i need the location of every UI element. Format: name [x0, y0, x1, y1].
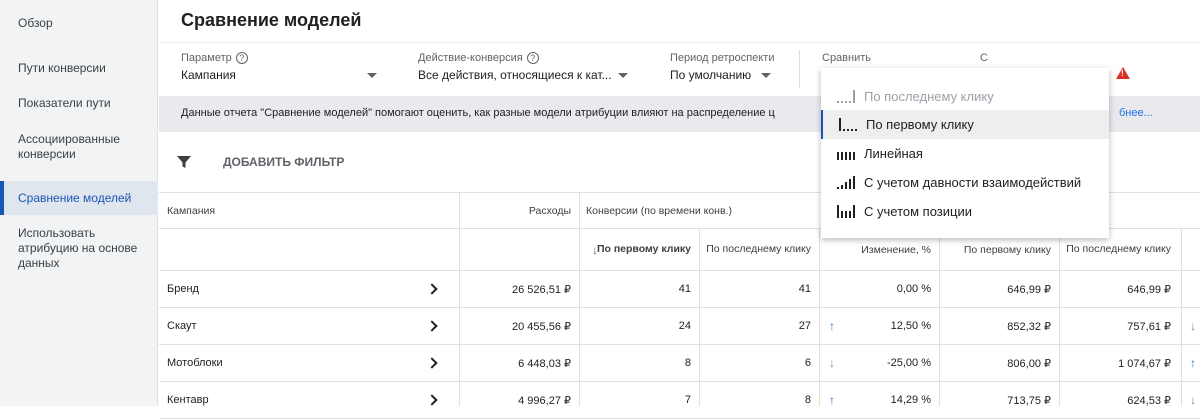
- sidebar-item-overview[interactable]: Обзор: [0, 16, 158, 31]
- cost-last-value: 1 074,67 ₽: [1118, 357, 1171, 370]
- cost-last-value: 646,99 ₽: [1127, 283, 1171, 296]
- first-click-value: 8: [684, 357, 691, 369]
- last-click-column-header[interactable]: По последнему клику: [699, 229, 819, 270]
- chevron-down-icon: [367, 73, 377, 78]
- attribution-model-dropdown: По последнему клику По первому клику Лин…: [821, 68, 1109, 238]
- spend-value: 4 996,27 ₽: [518, 394, 571, 407]
- chevron-right-icon[interactable]: [426, 283, 438, 295]
- lookback-window-label: Период ретроспекти: [670, 52, 775, 64]
- warning-icon[interactable]: !: [1116, 67, 1130, 79]
- model-option-first-click[interactable]: По первому клику: [821, 110, 1109, 139]
- change-value: 12,50 %: [890, 320, 931, 332]
- cost-last-value: 624,53 ₽: [1127, 394, 1171, 407]
- dimension-label: Параметр: [181, 52, 232, 64]
- with-select[interactable]: С: [980, 52, 988, 64]
- model-option-label: С учетом давности взаимодействий: [864, 175, 1082, 190]
- dimension-value: Кампания: [181, 68, 236, 82]
- table-row[interactable]: Мотоблоки 6 448,03 ₽ 8 6 ↓ -25,00 % 806,…: [159, 345, 1200, 382]
- model-option-label: С учетом позиции: [864, 204, 972, 219]
- info-banner-text: Данные отчета "Сравнение моделей" помога…: [181, 107, 775, 119]
- campaign-column-header[interactable]: Кампания: [167, 193, 215, 228]
- first-click-model-icon: [839, 117, 859, 131]
- sidebar-item-assisted-conversions[interactable]: Ассоциированные конверсии: [0, 132, 158, 162]
- divider: [799, 50, 800, 88]
- add-filter-button[interactable]: ДОБАВИТЬ ФИЛЬТР: [223, 155, 344, 169]
- campaign-name[interactable]: Бренд: [167, 271, 199, 307]
- table-row[interactable]: Скаут 20 455,56 ₽ 24 27 ↑ 12,50 % 852,32…: [159, 308, 1200, 345]
- cost-first-value: 713,75 ₽: [1007, 394, 1051, 407]
- chevron-right-icon[interactable]: [426, 394, 438, 406]
- campaign-name[interactable]: Мотоблоки: [167, 345, 223, 381]
- dimension-select[interactable]: Параметр? Кампания: [181, 52, 381, 82]
- cost-first-value: 852,32 ₽: [1007, 320, 1051, 333]
- model-option-linear[interactable]: Линейная: [821, 139, 1109, 168]
- column-divider: [459, 192, 460, 406]
- last-click-value: 41: [798, 283, 811, 295]
- conversion-action-value: Все действия, относящиеся к кат...: [418, 68, 612, 82]
- column-divider: [1181, 229, 1182, 406]
- trend-down-icon: ↓: [1190, 393, 1196, 407]
- last-click-value: 27: [798, 320, 811, 332]
- campaign-name[interactable]: Кентавр: [167, 382, 209, 418]
- cost-last-value: 757,61 ₽: [1127, 320, 1171, 333]
- time-decay-model-icon: [837, 175, 857, 189]
- trend-down-icon: ↓: [1190, 319, 1196, 333]
- model-option-label: По последнему клику: [864, 89, 994, 104]
- first-click-value: 7: [684, 394, 691, 406]
- model-option-time-decay[interactable]: С учетом давности взаимодействий: [821, 168, 1109, 197]
- campaign-name[interactable]: Скаут: [167, 308, 197, 344]
- sidebar-item-data-driven-attribution[interactable]: Использовать атрибуцию на основе данных: [0, 226, 158, 271]
- model-option-position-based[interactable]: С учетом позиции: [821, 197, 1109, 226]
- spend-value: 20 455,56 ₽: [512, 320, 571, 333]
- with-label: С: [980, 52, 988, 64]
- first-click-value: 41: [678, 283, 691, 295]
- filter-icon[interactable]: [176, 154, 192, 170]
- info-banner-link[interactable]: бнее...: [1119, 107, 1153, 119]
- help-icon[interactable]: ?: [526, 52, 539, 64]
- page-title: Сравнение моделей: [181, 10, 362, 30]
- conversions-group-header: Конверсии (по времени конв.): [586, 204, 732, 217]
- column-divider: [699, 229, 700, 406]
- sidebar: Обзор Пути конверсии Показатели пути Асс…: [0, 0, 158, 406]
- change-value: -25,00 %: [886, 357, 931, 369]
- model-option-label: По первому клику: [866, 117, 974, 132]
- linear-model-icon: [837, 146, 857, 160]
- sidebar-item-model-comparison[interactable]: Сравнение моделей: [0, 181, 158, 215]
- compare-label: Сравнить: [822, 52, 872, 64]
- first-click-value: 24: [678, 320, 691, 332]
- cost-first-value: 646,99 ₽: [1007, 283, 1051, 296]
- table-row[interactable]: Кентавр 4 996,27 ₽ 7 8 ↑ 14,29 % 713,75 …: [159, 382, 1200, 419]
- sidebar-item-path-metrics[interactable]: Показатели пути: [0, 96, 158, 111]
- spend-value: 6 448,03 ₽: [518, 357, 571, 370]
- table-row[interactable]: Бренд 26 526,51 ₽ 41 41 0,00 % 646,99 ₽ …: [159, 271, 1200, 308]
- last-click-model-icon: [837, 89, 857, 103]
- chevron-right-icon[interactable]: [426, 320, 438, 332]
- compare-select[interactable]: Сравнить: [822, 52, 871, 64]
- sidebar-item-conversion-paths[interactable]: Пути конверсии: [0, 61, 158, 76]
- spend-value: 26 526,51 ₽: [512, 283, 571, 296]
- change-value: 0,00 %: [896, 283, 931, 295]
- lookback-window-select[interactable]: Период ретроспекти По умолчанию: [670, 52, 780, 82]
- change-value: 14,29 %: [890, 394, 931, 406]
- column-divider: [1059, 229, 1060, 406]
- spend-column-header[interactable]: Расходы: [459, 193, 579, 228]
- conversion-action-select[interactable]: Действие-конверсия? Все действия, относя…: [418, 52, 630, 82]
- column-divider: [819, 229, 820, 406]
- last-click-value: 6: [804, 357, 811, 369]
- model-option-last-click[interactable]: По последнему клику: [821, 82, 1109, 111]
- conversion-action-label: Действие-конверсия: [418, 52, 523, 64]
- chevron-down-icon: [618, 73, 628, 78]
- model-option-label: Линейная: [864, 146, 923, 161]
- column-divider: [939, 229, 940, 406]
- last-click-value: 8: [804, 394, 811, 406]
- position-based-model-icon: [837, 204, 857, 218]
- column-divider: [579, 192, 580, 406]
- chevron-down-icon: [761, 73, 771, 78]
- help-icon[interactable]: ?: [235, 52, 248, 64]
- cost-first-value: 806,00 ₽: [1007, 357, 1051, 370]
- first-click-column-header[interactable]: По первому клику: [579, 229, 699, 270]
- chevron-right-icon[interactable]: [426, 357, 438, 369]
- trend-up-icon: ↑: [1190, 356, 1196, 370]
